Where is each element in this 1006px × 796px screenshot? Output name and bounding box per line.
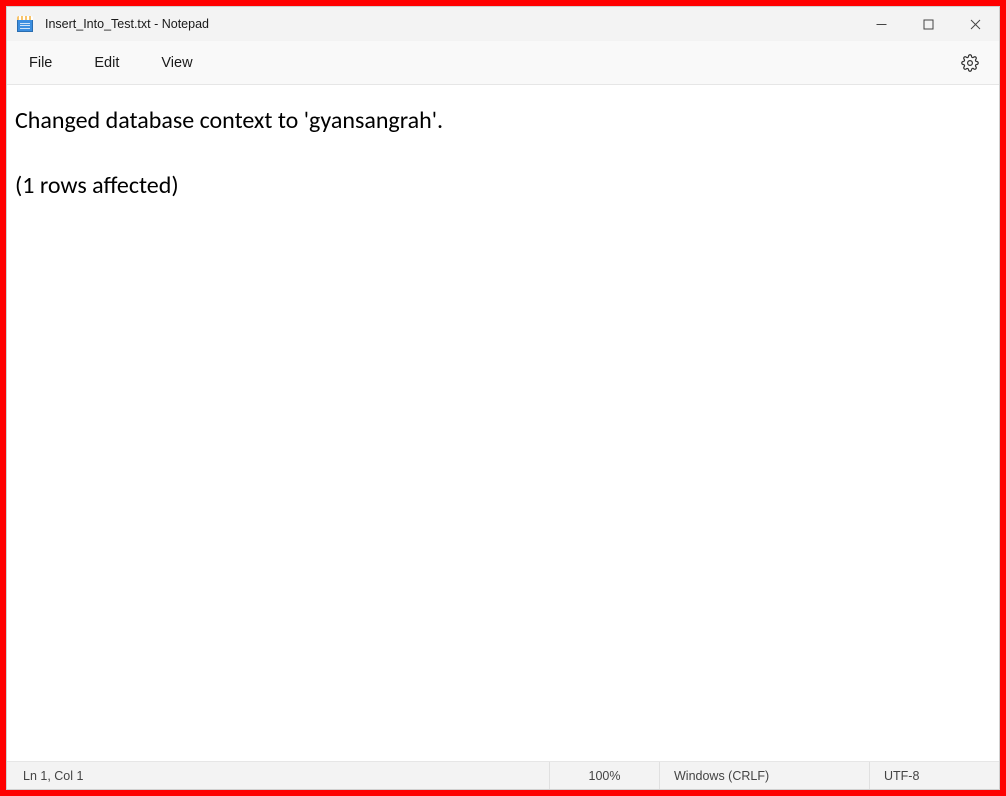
menu-file[interactable]: File (15, 49, 66, 77)
minimize-button[interactable] (858, 7, 905, 41)
close-icon (970, 19, 981, 30)
window-title: Insert_Into_Test.txt - Notepad (45, 17, 858, 31)
settings-button[interactable] (953, 46, 987, 80)
statusbar: Ln 1, Col 1 100% Windows (CRLF) UTF-8 (7, 761, 999, 789)
text-area[interactable]: Changed database context to 'gyansangrah… (7, 85, 999, 761)
menu-view[interactable]: View (147, 49, 206, 77)
status-line-ending: Windows (CRLF) (659, 762, 869, 789)
document-text[interactable]: Changed database context to 'gyansangrah… (15, 105, 991, 202)
status-cursor-position: Ln 1, Col 1 (7, 762, 549, 789)
minimize-icon (876, 19, 887, 30)
notepad-icon (17, 16, 33, 32)
window-controls (858, 7, 999, 41)
maximize-button[interactable] (905, 7, 952, 41)
maximize-icon (923, 19, 934, 30)
titlebar[interactable]: Insert_Into_Test.txt - Notepad (7, 7, 999, 41)
close-button[interactable] (952, 7, 999, 41)
status-zoom[interactable]: 100% (549, 762, 659, 789)
notepad-window: Insert_Into_Test.txt - Notepad File Edit… (6, 6, 1000, 790)
menu-edit[interactable]: Edit (80, 49, 133, 77)
menubar: File Edit View (7, 41, 999, 85)
gear-icon (961, 54, 979, 72)
status-encoding: UTF-8 (869, 762, 999, 789)
